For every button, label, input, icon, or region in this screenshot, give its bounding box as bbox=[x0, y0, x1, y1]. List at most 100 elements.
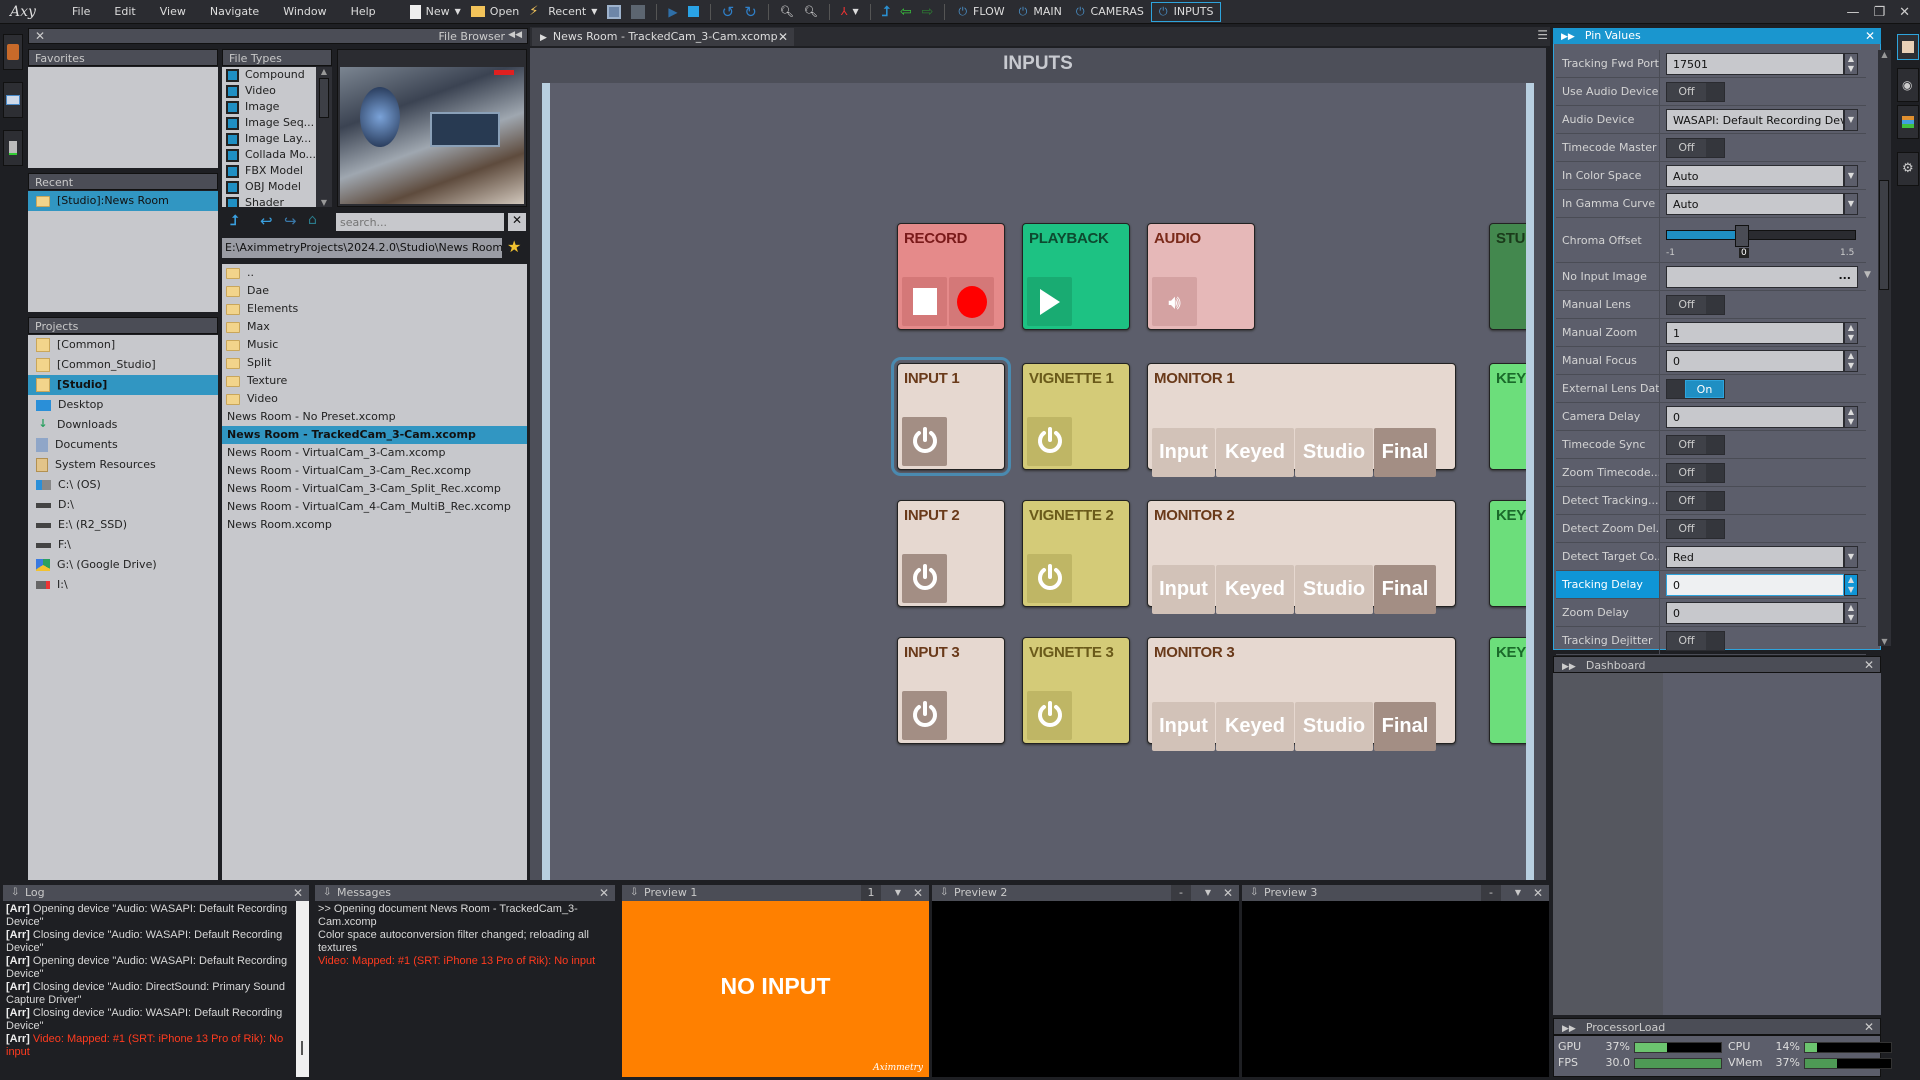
checkbox[interactable] bbox=[226, 180, 239, 194]
start-record-button[interactable] bbox=[949, 277, 994, 326]
close-icon[interactable]: ✕ bbox=[913, 885, 923, 901]
folder-item[interactable]: Texture bbox=[222, 372, 527, 390]
up-arrow-icon[interactable]: ⮥ bbox=[230, 213, 238, 229]
keyer-card[interactable]: KEYER 2 bbox=[1489, 500, 1526, 607]
menu-help[interactable]: Help bbox=[351, 5, 376, 18]
settings-dock-button[interactable]: ⚙ bbox=[1897, 152, 1919, 186]
project-item[interactable]: E:\ (R2_SSD) bbox=[28, 515, 218, 535]
spinner-arrows-icon[interactable]: ▲ ▼ bbox=[1844, 53, 1858, 75]
folder-item[interactable]: .. bbox=[222, 264, 527, 282]
folder-item[interactable]: Max bbox=[222, 318, 527, 336]
go-up-button[interactable]: ⮥ bbox=[882, 4, 890, 20]
project-item[interactable]: G:\ (Google Drive) bbox=[28, 555, 218, 575]
pin-toggle[interactable]: Off bbox=[1666, 435, 1725, 455]
pin-value-input[interactable]: 0 bbox=[1666, 406, 1844, 428]
scroll-thumb[interactable] bbox=[1879, 180, 1889, 290]
pin-value-select[interactable]: Auto bbox=[1666, 193, 1844, 215]
file-types-scrollbar[interactable]: ▲ ▼ bbox=[316, 67, 332, 207]
close-window-button[interactable]: ✕ bbox=[1899, 5, 1910, 20]
chevron-down-icon[interactable]: ▼ bbox=[1864, 270, 1871, 280]
menu-edit[interactable]: Edit bbox=[114, 5, 135, 18]
preview-viewport[interactable] bbox=[1242, 901, 1549, 1077]
file-browser-dock-button[interactable] bbox=[3, 34, 23, 70]
audio-toggle-button[interactable]: 🔊︎ bbox=[1152, 277, 1197, 326]
file-item[interactable]: News Room - VirtualCam_4-Cam_MultiB_Rec.… bbox=[222, 498, 527, 516]
log-scrollbar[interactable] bbox=[296, 901, 309, 1077]
close-icon[interactable]: ✕ bbox=[35, 29, 45, 43]
open-button[interactable]: Open bbox=[470, 5, 519, 18]
pin-toggle[interactable]: Off bbox=[1666, 463, 1725, 483]
pin-value-select[interactable]: WASAPI: Default Recording Devi bbox=[1666, 109, 1844, 131]
chevron-down-icon[interactable]: ▼ bbox=[1515, 885, 1521, 901]
spinner-arrows-icon[interactable]: ▲ ▼ bbox=[1844, 602, 1858, 624]
workspace-main[interactable]: ⏻ MAIN bbox=[1012, 3, 1069, 21]
spinner-arrows-icon[interactable]: ▲ ▼ bbox=[1844, 350, 1858, 372]
monitor-final-button[interactable]: Final bbox=[1374, 428, 1436, 477]
project-item[interactable]: ↓ Downloads bbox=[28, 415, 218, 435]
back-button[interactable]: ⇦ bbox=[900, 4, 912, 20]
monitor-final-button[interactable]: Final bbox=[1374, 702, 1436, 751]
close-icon[interactable]: ✕ bbox=[1864, 1019, 1874, 1036]
preview-viewport[interactable] bbox=[932, 901, 1239, 1077]
monitor-input-button[interactable]: Input bbox=[1152, 565, 1215, 614]
chroma-offset-slider[interactable]: -1 0 1.5 bbox=[1666, 224, 1858, 258]
device-dock-button[interactable] bbox=[3, 130, 23, 166]
panel-menu-icon[interactable]: ☰ bbox=[1537, 28, 1548, 42]
folder-item[interactable]: Video bbox=[222, 390, 527, 408]
file-type-item[interactable]: FBX Model bbox=[222, 163, 316, 179]
file-item[interactable]: News Room.xcomp bbox=[222, 516, 527, 534]
input-power-button[interactable] bbox=[902, 417, 947, 466]
file-type-item[interactable]: OBJ Model bbox=[222, 179, 316, 195]
stop-button[interactable] bbox=[687, 6, 699, 17]
checkbox[interactable] bbox=[226, 84, 239, 98]
folder-item[interactable]: Split bbox=[222, 354, 527, 372]
project-item[interactable]: [Common] bbox=[28, 335, 218, 355]
minimize-button[interactable]: — bbox=[1846, 5, 1859, 20]
close-icon[interactable]: ✕ bbox=[1865, 28, 1875, 44]
workspace-cameras[interactable]: ⏻ CAMERAS bbox=[1069, 3, 1151, 21]
monitor-final-button[interactable]: Final bbox=[1374, 565, 1436, 614]
pin-values-dock-button[interactable] bbox=[1897, 34, 1919, 60]
checkbox[interactable] bbox=[226, 68, 239, 82]
file-type-item[interactable]: Shader bbox=[222, 195, 316, 207]
checkbox[interactable] bbox=[226, 116, 239, 130]
document-tab[interactable]: ▶ News Room - TrackedCam_3-Cam.xcomp ✕ bbox=[532, 28, 794, 46]
checkbox[interactable] bbox=[226, 132, 239, 146]
project-item[interactable]: [Common_Studio] bbox=[28, 355, 218, 375]
scroll-down-icon[interactable]: ▼ bbox=[316, 198, 332, 207]
monitor-studio-button[interactable]: Studio bbox=[1295, 702, 1373, 751]
save-all-button[interactable] bbox=[631, 4, 646, 19]
pin-toggle[interactable]: On bbox=[1666, 379, 1725, 399]
checkbox[interactable] bbox=[226, 100, 239, 114]
project-item[interactable]: I:\ bbox=[28, 575, 218, 595]
close-icon[interactable]: ✕ bbox=[1533, 885, 1543, 901]
chevron-down-icon[interactable]: ▼ bbox=[1844, 546, 1858, 568]
close-icon[interactable]: ✕ bbox=[293, 885, 303, 901]
pin-values-scrollbar[interactable]: ▲ ▼ bbox=[1878, 50, 1891, 646]
slider-handle[interactable] bbox=[1735, 225, 1749, 247]
input-power-button[interactable] bbox=[902, 554, 947, 603]
file-type-item[interactable]: Image Lay... bbox=[222, 131, 316, 147]
monitor-input-button[interactable]: Input bbox=[1152, 702, 1215, 751]
project-item[interactable]: D:\ bbox=[28, 495, 218, 515]
vignette-power-button[interactable] bbox=[1027, 554, 1072, 603]
file-item[interactable]: News Room - TrackedCam_3-Cam.xcomp bbox=[222, 426, 527, 444]
studio-card[interactable]: STUDIO bbox=[1489, 223, 1526, 330]
keyer-card[interactable]: KEYER 1 bbox=[1489, 363, 1526, 470]
chevron-down-icon[interactable]: ▼ bbox=[1205, 885, 1211, 901]
recent-button[interactable]: ⚡ Recent ▼ bbox=[529, 4, 597, 19]
save-button[interactable] bbox=[607, 4, 622, 19]
project-item[interactable]: C:\ (OS) bbox=[28, 475, 218, 495]
pin-toggle[interactable]: Off bbox=[1666, 491, 1725, 511]
monitor-studio-button[interactable]: Studio bbox=[1295, 565, 1373, 614]
chevron-down-icon[interactable]: ▼ bbox=[1844, 109, 1858, 131]
pin-toggle[interactable]: Off bbox=[1666, 631, 1725, 651]
play-button[interactable]: ▶ bbox=[668, 5, 677, 19]
search-input[interactable] bbox=[336, 213, 504, 231]
close-tab-icon[interactable]: ✕ bbox=[778, 28, 788, 46]
file-item[interactable]: News Room - VirtualCam_3-Cam.xcomp bbox=[222, 444, 527, 462]
close-icon[interactable]: ✕ bbox=[1864, 657, 1874, 674]
redo-button[interactable]: ↻ bbox=[744, 3, 757, 21]
checkbox[interactable] bbox=[226, 196, 239, 207]
stats-dock-button[interactable] bbox=[1897, 105, 1919, 139]
